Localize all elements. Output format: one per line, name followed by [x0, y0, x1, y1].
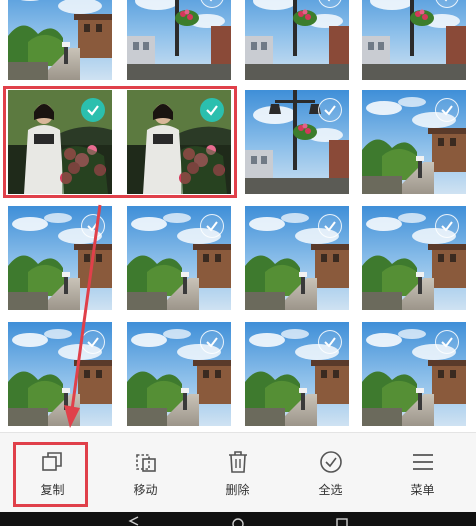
- bottom-toolbar: 复制 移动 删除 全选 菜单: [0, 432, 476, 513]
- photo-tile-selected[interactable]: [8, 90, 112, 194]
- select-checkbox[interactable]: [200, 330, 224, 354]
- photo-thumbnail: [8, 0, 112, 80]
- photo-tile[interactable]: [362, 322, 466, 426]
- checkmark-icon: [327, 0, 331, 2]
- checkmark-icon: [441, 337, 453, 348]
- photo-tile[interactable]: [8, 0, 112, 80]
- photo-tile[interactable]: [8, 322, 112, 426]
- recents-icon[interactable]: [336, 516, 348, 526]
- checkmark-icon: [206, 105, 218, 116]
- checkmark-icon: [324, 337, 336, 348]
- photo-grid: [0, 0, 476, 432]
- checkmark-icon: [206, 221, 218, 232]
- move-button[interactable]: 移动: [98, 433, 193, 513]
- photo-tile[interactable]: [8, 206, 112, 310]
- select-checkbox-checked[interactable]: [200, 98, 224, 122]
- photo-tile[interactable]: [362, 90, 466, 194]
- copy-button[interactable]: 复制: [5, 433, 100, 513]
- delete-button[interactable]: 删除: [190, 433, 285, 513]
- checkmark-icon: [209, 0, 213, 2]
- photo-tile[interactable]: [127, 0, 231, 80]
- checkmark-icon: [324, 105, 336, 116]
- select-checkbox[interactable]: [318, 214, 342, 238]
- photo-tile[interactable]: [127, 206, 231, 310]
- checkmark-icon: [87, 105, 99, 116]
- select-checkbox[interactable]: [200, 214, 224, 238]
- system-nav-bar: [0, 512, 476, 526]
- select-checkbox[interactable]: [435, 214, 459, 238]
- photo-tile[interactable]: [362, 206, 466, 310]
- checkmark-icon: [441, 221, 453, 232]
- checkmark-icon: [206, 337, 218, 348]
- select-checkbox[interactable]: [435, 98, 459, 122]
- select-checkbox[interactable]: [435, 330, 459, 354]
- select-checkbox[interactable]: [81, 214, 105, 238]
- photo-tile[interactable]: [245, 0, 349, 80]
- photo-tile[interactable]: [362, 0, 466, 80]
- checkmark-icon: [324, 221, 336, 232]
- menu-label: 菜单: [410, 482, 435, 497]
- delete-label: 删除: [225, 482, 250, 497]
- trash-icon: [228, 450, 247, 473]
- photo-tile[interactable]: [127, 322, 231, 426]
- menu-icon: [412, 453, 433, 470]
- move-label: 移动: [133, 482, 158, 497]
- checkmark-icon: [87, 221, 99, 232]
- checkmark-icon: [441, 105, 453, 116]
- check-circle-icon: [319, 450, 342, 473]
- photo-thumbnail: [127, 0, 231, 80]
- menu-button[interactable]: 菜单: [375, 433, 470, 513]
- photo-tile-selected[interactable]: [127, 90, 231, 194]
- select-checkbox[interactable]: [318, 98, 342, 122]
- select-checkbox[interactable]: [81, 330, 105, 354]
- photo-tile[interactable]: [245, 206, 349, 310]
- photo-tile[interactable]: [245, 90, 349, 194]
- home-icon[interactable]: [232, 516, 244, 526]
- copy-label: 复制: [40, 482, 65, 497]
- photo-thumbnail: [362, 0, 466, 80]
- checkmark-icon: [87, 337, 99, 348]
- back-icon[interactable]: [128, 516, 140, 526]
- copy-icon: [41, 451, 62, 471]
- select-checkbox-checked[interactable]: [81, 98, 105, 122]
- select-all-button[interactable]: 全选: [283, 433, 378, 513]
- select-checkbox[interactable]: [318, 330, 342, 354]
- select-all-label: 全选: [318, 482, 343, 497]
- checkmark-icon: [444, 0, 448, 2]
- move-icon: [135, 453, 156, 472]
- photo-tile[interactable]: [245, 322, 349, 426]
- photo-thumbnail: [245, 0, 349, 80]
